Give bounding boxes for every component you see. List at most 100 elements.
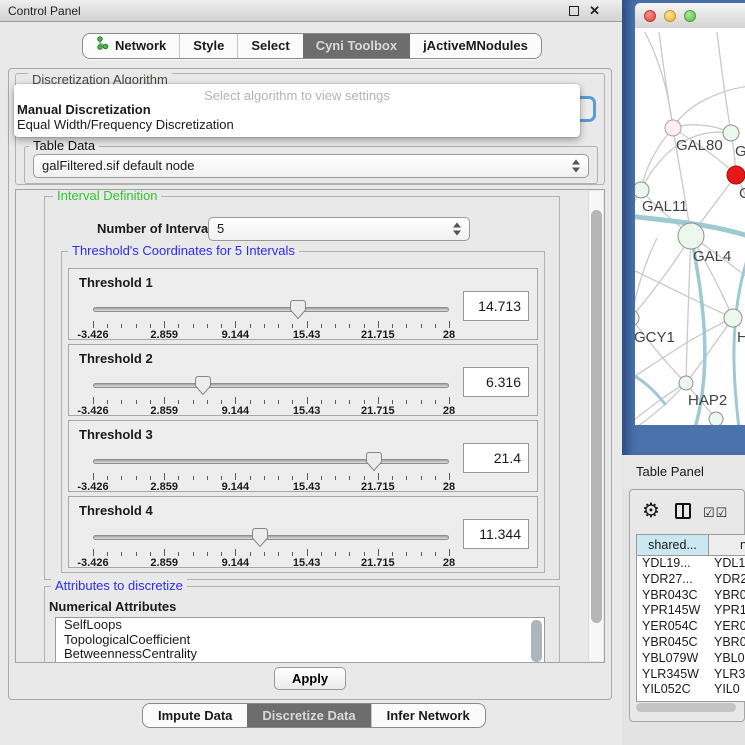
tab-impute-data[interactable]: Impute Data — [143, 704, 247, 727]
float-window-icon[interactable] — [569, 6, 579, 16]
close-icon[interactable]: ✕ — [589, 0, 600, 22]
svg-text:G: G — [735, 143, 745, 160]
list-item[interactable]: SelfLoops — [56, 618, 544, 633]
threshold-4-thumb[interactable] — [252, 528, 268, 547]
table-row[interactable]: YDR27...YDR2 — [637, 572, 745, 588]
table-row[interactable]: YLR345WYLR3 — [637, 667, 745, 683]
list-item[interactable]: BetweennessCentrality — [56, 647, 544, 662]
threshold-1-panel: Threshold 1 -3.426 2.859 9.144 15.43 21.… — [68, 268, 538, 340]
tab-infer-network[interactable]: Infer Network — [371, 704, 485, 727]
numerical-attributes-list: SelfLoops TopologicalCoefficient Between… — [55, 617, 545, 663]
thresholds-group: Threshold's Coordinates for 5 Intervals … — [61, 251, 545, 573]
select-columns-checkboxes-icon[interactable]: ☑☑ — [703, 505, 728, 521]
table-row[interactable]: YDL19...YDL1 — [637, 556, 745, 572]
slider-track[interactable] — [93, 535, 449, 540]
interval-definition-title: Interval Definition — [53, 189, 161, 203]
table-row[interactable]: YBR045CYBR0 — [637, 635, 745, 651]
algorithm-dropdown-popup: Select algorithm to view settings Manual… — [14, 84, 580, 137]
svg-text:HAP2: HAP2 — [688, 392, 727, 409]
tab-cyni-toolbox[interactable]: Cyni Toolbox — [303, 34, 410, 58]
dropdown-option-equal-width-frequency[interactable]: Equal Width/Frequency Discretization — [14, 117, 580, 132]
threshold-1-label: Threshold 1 — [79, 275, 153, 290]
cyni-toolbox-panel: Discretization Algorithm Table Data galF… — [8, 68, 612, 700]
network-icon — [96, 34, 109, 58]
number-of-intervals-combobox[interactable]: 5 — [208, 217, 470, 241]
threshold-4-slider[interactable] — [93, 527, 449, 547]
column-header-shared-name[interactable]: shared... — [637, 535, 709, 556]
list-scrollbar[interactable] — [531, 620, 542, 662]
table-data-group: Table Data galFiltered.sif default node — [24, 146, 598, 184]
tab-network-label: Network — [115, 34, 166, 58]
attributes-group: Attributes to discretize Numerical Attri… — [44, 586, 560, 663]
network-view-window: GAL80GCGAL11GAL4GCY1HHAP2 — [622, 0, 745, 455]
threshold-4-value-field[interactable]: 11.344 — [463, 519, 529, 549]
threshold-1-value-field[interactable]: 14.713 — [463, 291, 529, 321]
interval-definition-group: Interval Definition Number of Intervals … — [44, 196, 560, 580]
scrollbar-thumb[interactable] — [591, 210, 602, 623]
threshold-2-slider[interactable] — [93, 375, 449, 395]
numerical-attributes-label: Numerical Attributes — [49, 599, 176, 614]
table-row[interactable]: YIL052CYIL0 — [637, 682, 745, 698]
combo-arrows-icon — [572, 160, 581, 173]
horizontal-scrollbar[interactable] — [636, 703, 740, 712]
threshold-3-value-field[interactable]: 21.4 — [463, 443, 529, 473]
thresholds-group-title: Threshold's Coordinates for 5 Intervals — [68, 243, 299, 258]
threshold-1-thumb[interactable] — [290, 300, 306, 319]
control-panel-window: Control Panel ✕ Network Style Select Cyn… — [0, 0, 622, 745]
slider-ticks — [93, 549, 449, 557]
columns-icon[interactable] — [675, 503, 691, 519]
slider-track[interactable] — [93, 459, 449, 464]
list-item[interactable]: TopologicalCoefficient — [56, 633, 544, 648]
threshold-4-label: Threshold 4 — [79, 503, 153, 518]
table-row[interactable]: YBR043CYBR0 — [637, 588, 745, 604]
table-panel: ⚙ ☑☑ shared... na YDL19...YDL1 YDR27...Y… — [629, 489, 745, 722]
threshold-3-panel: Threshold 3 -3.426 2.859 9.144 15.43 21.… — [68, 420, 538, 492]
tab-jactivemnodules[interactable]: jActiveMNodules — [410, 34, 541, 58]
dropdown-prompt: Select algorithm to view settings — [14, 84, 580, 102]
slider-track[interactable] — [93, 307, 449, 312]
threshold-2-label: Threshold 2 — [79, 351, 153, 366]
table-data-combobox[interactable]: galFiltered.sif default node — [33, 154, 589, 178]
tab-style[interactable]: Style — [179, 34, 237, 58]
svg-text:C: C — [739, 185, 745, 202]
slider-tick-labels: -3.426 2.859 9.144 15.43 21.715 28 — [93, 405, 449, 416]
attributes-group-title: Attributes to discretize — [51, 578, 187, 593]
threshold-3-label: Threshold 3 — [79, 427, 153, 442]
tab-network[interactable]: Network — [83, 34, 179, 58]
svg-text:GCY1: GCY1 — [635, 329, 675, 346]
svg-text:GAL11: GAL11 — [642, 198, 688, 215]
table-data-title: Table Data — [29, 138, 99, 153]
slider-ticks — [93, 397, 449, 405]
zoom-traffic-light[interactable] — [684, 10, 696, 22]
table-data-selected-value: galFiltered.sif default node — [42, 158, 194, 173]
top-tabstrip: Network Style Select Cyni Toolbox jActiv… — [82, 33, 542, 59]
network-canvas[interactable]: GAL80GCGAL11GAL4GCY1HHAP2 — [635, 28, 745, 425]
slider-tick-labels: -3.426 2.859 9.144 15.43 21.715 28 — [93, 557, 449, 568]
close-traffic-light[interactable] — [644, 10, 656, 22]
panel-scrollbar[interactable] — [588, 191, 603, 661]
network-svg: GAL80GCGAL11GAL4GCY1HHAP2 — [635, 28, 745, 425]
apply-button[interactable]: Apply — [274, 667, 346, 690]
network-window-titlebar[interactable] — [635, 3, 745, 28]
threshold-2-thumb[interactable] — [195, 376, 211, 395]
tab-select[interactable]: Select — [237, 34, 302, 58]
column-header-name[interactable]: na — [709, 535, 745, 556]
gear-icon[interactable]: ⚙ — [642, 498, 660, 523]
slider-tick-labels: -3.426 2.859 9.144 15.43 21.715 28 — [93, 329, 449, 340]
threshold-1-slider[interactable] — [93, 299, 449, 319]
threshold-3-slider[interactable] — [93, 451, 449, 471]
slider-track[interactable] — [93, 383, 449, 388]
table-row[interactable]: YPR145WYPR1 — [637, 603, 745, 619]
scrollbar-thumb[interactable] — [636, 703, 736, 712]
dropdown-option-manual-discretization[interactable]: Manual Discretization — [14, 102, 580, 117]
tab-discretize-data[interactable]: Discretize Data — [247, 704, 370, 727]
control-panel-titlebar[interactable]: Control Panel ✕ — [0, 0, 622, 22]
table-row[interactable]: YER054CYER0 — [637, 619, 745, 635]
threshold-3-thumb[interactable] — [366, 452, 382, 471]
combo-arrows-icon — [453, 223, 462, 236]
minimize-traffic-light[interactable] — [664, 10, 676, 22]
threshold-2-panel: Threshold 2 -3.426 2.859 9.144 15.43 21.… — [68, 344, 538, 416]
threshold-2-value-field[interactable]: 6.316 — [463, 367, 529, 397]
svg-text:GAL4: GAL4 — [693, 248, 731, 265]
table-row[interactable]: YBL079WYBL0 — [637, 651, 745, 667]
